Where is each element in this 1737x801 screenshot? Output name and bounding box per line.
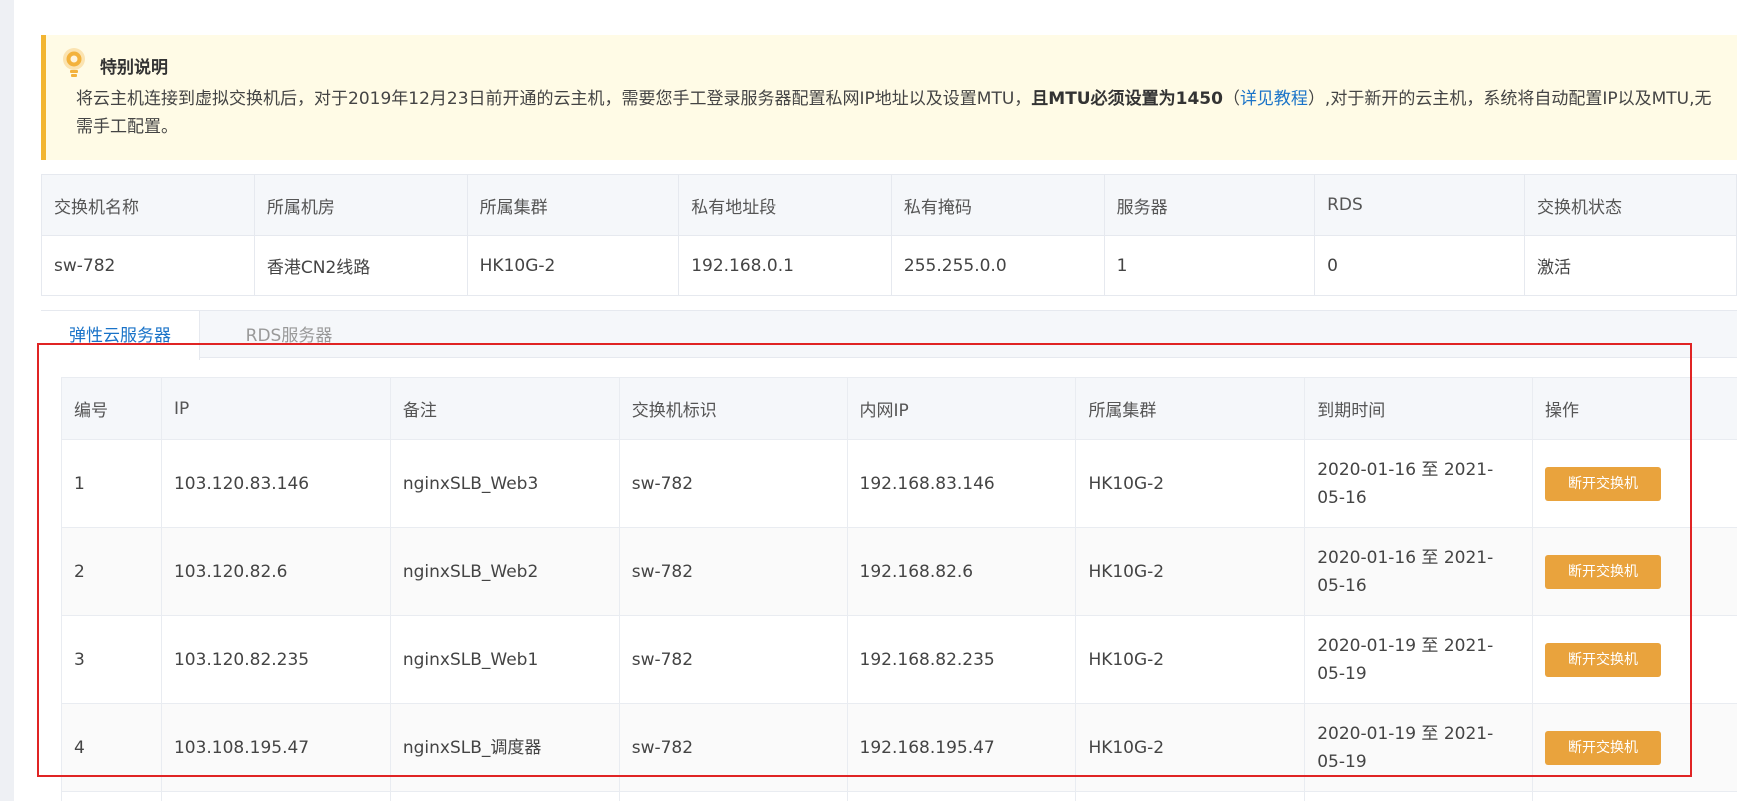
server-cell-note: nginxSLB_Web1 <box>389 615 620 704</box>
server-cell-switch: sw-782 <box>618 439 848 528</box>
notice-banner: 特别说明 将云主机连接到虚拟交换机后，对于2019年12月23日前开通的云主机，… <box>41 35 1737 160</box>
switch-info-cell: 香港CN2线路 <box>253 235 468 296</box>
server-table: 编号 IP 备注 交换机标识 内网IP 所属集群 到期时间 操作 1 103.120.83.14… <box>61 377 1737 801</box>
server-cell-cluster: HK10G-2 <box>1075 439 1306 528</box>
tab-elastic-servers[interactable]: 弹性云服务器 <box>41 311 200 360</box>
server-header-row: 编号 IP 备注 交换机标识 内网IP 所属集群 到期时间 操作 <box>61 377 1737 440</box>
table-row: 1 103.120.83.146 nginxSLB_Web3 sw-782 192.16… <box>61 439 1737 528</box>
switch-info-header-cell: 所属机房 <box>253 174 468 236</box>
switch-info-cell: 1 <box>1103 235 1316 296</box>
disconnect-switch-button[interactable]: 断开交换机 <box>1545 466 1662 501</box>
server-cell-empty <box>846 791 1077 801</box>
server-cell-note: nginxSLB_Web2 <box>389 527 620 616</box>
switch-info-cell: 255.255.0.0 <box>890 235 1105 296</box>
server-table-body: 1 103.120.83.146 nginxSLB_Web3 sw-782 192.16… <box>61 439 1737 801</box>
server-cell-id: 2 <box>61 527 162 616</box>
switch-info-row: sw-782 香港CN2线路 HK10G-2 192.168.0.1 255.255.0… <box>41 235 1737 296</box>
disconnect-switch-button[interactable]: 断开交换机 <box>1545 554 1662 589</box>
server-cell-empty <box>160 791 391 801</box>
server-cell-note: nginxSLB_Web3 <box>389 439 620 528</box>
server-cell-switch: sw-782 <box>618 703 848 792</box>
server-cell-empty <box>618 791 848 801</box>
server-cell-action: 断开交换机 <box>1532 439 1737 528</box>
server-header-cell: 操作 <box>1532 377 1737 440</box>
server-cell-action: 断开交换机 <box>1532 527 1737 616</box>
server-cell-ip: 103.108.195.47 <box>160 703 391 792</box>
tab-rds-servers[interactable]: RDS服务器 <box>224 311 354 359</box>
server-header-cell: 到期时间 <box>1304 377 1534 440</box>
server-cell-expire: 2020-01-16 至 2021-05-16 <box>1304 527 1534 616</box>
server-cell-ip: 103.120.83.146 <box>160 439 391 528</box>
server-table-wrapper: 编号 IP 备注 交换机标识 内网IP 所属集群 到期时间 操作 1 103.120.83.14… <box>61 377 1737 801</box>
server-cell-expire: 2020-01-19 至 2021-05-19 <box>1304 703 1534 792</box>
switch-info-header-cell: 服务器 <box>1103 174 1316 236</box>
switch-info-cell: 192.168.0.1 <box>678 235 892 296</box>
server-cell-cluster: HK10G-2 <box>1075 527 1306 616</box>
table-row: 4 103.108.195.47 nginxSLB_调度器 sw-782 192.168… <box>61 703 1737 792</box>
server-cell-action: 断开交换机 <box>1532 615 1737 704</box>
switch-info-cell: 0 <box>1314 235 1525 296</box>
switch-info-cell: HK10G-2 <box>466 235 680 296</box>
server-cell-switch: sw-782 <box>618 527 848 616</box>
server-cell-cluster: HK10G-2 <box>1075 615 1306 704</box>
main-content: 特别说明 将云主机连接到虚拟交换机后，对于2019年12月23日前开通的云主机，… <box>41 0 1737 801</box>
server-header-cell: IP <box>160 377 391 440</box>
disconnect-switch-button[interactable]: 断开交换机 <box>1545 730 1662 765</box>
server-cell-ip: 103.120.82.6 <box>160 527 391 616</box>
server-cell-id: 4 <box>61 703 162 792</box>
switch-info-header-cell: RDS <box>1314 174 1525 236</box>
server-header-cell: 备注 <box>389 377 620 440</box>
table-row: 2 103.120.82.6 nginxSLB_Web2 sw-782 192.168.… <box>61 527 1737 616</box>
server-cell-empty <box>1075 791 1306 801</box>
disconnect-switch-button[interactable]: 断开交换机 <box>1545 642 1662 677</box>
notice-mtu-emphasis: 且MTU必须设置为1450 <box>1031 89 1223 109</box>
lightbulb-icon <box>61 47 87 81</box>
switch-info-cell: sw-782 <box>41 235 255 296</box>
server-header-cell: 内网IP <box>846 377 1077 440</box>
notice-text: 将云主机连接到虚拟交换机后，对于2019年12月23日前开通的云主机，需要您手工… <box>76 89 1712 137</box>
table-row <box>61 791 1737 801</box>
table-row: 3 103.120.82.235 nginxSLB_Web1 sw-782 192.16… <box>61 615 1737 704</box>
switch-info-header-cell: 交换机名称 <box>41 174 255 236</box>
server-cell-inner-ip: 192.168.83.146 <box>846 439 1077 528</box>
server-cell-id: 3 <box>61 615 162 704</box>
server-cell-expire: 2020-01-16 至 2021-05-16 <box>1304 439 1534 528</box>
notice-title: 特别说明 <box>100 58 168 78</box>
switch-info-header-cell: 私有地址段 <box>678 174 892 236</box>
server-cell-expire: 2020-01-19 至 2021-05-19 <box>1304 615 1534 704</box>
switch-info-header-cell: 所属集群 <box>466 174 680 236</box>
server-cell-action: 断开交换机 <box>1532 703 1737 792</box>
server-cell-empty <box>389 791 620 801</box>
switch-info-cell: 激活 <box>1523 235 1737 296</box>
server-cell-empty <box>1532 791 1737 801</box>
server-header-cell: 交换机标识 <box>618 377 848 440</box>
server-cell-empty <box>61 791 162 801</box>
tab-bar: 弹性云服务器 RDS服务器 <box>41 310 1737 360</box>
tutorial-link[interactable]: 详见教程 <box>1240 89 1308 109</box>
server-header-cell: 所属集群 <box>1075 377 1306 440</box>
switch-info-header-cell: 交换机状态 <box>1523 174 1737 236</box>
server-cell-inner-ip: 192.168.82.6 <box>846 527 1077 616</box>
server-cell-empty <box>1304 791 1534 801</box>
server-cell-inner-ip: 192.168.82.235 <box>846 615 1077 704</box>
server-cell-note: nginxSLB_调度器 <box>389 703 620 792</box>
switch-info-header-cell: 私有掩码 <box>890 174 1105 236</box>
server-cell-cluster: HK10G-2 <box>1075 703 1306 792</box>
server-header-cell: 编号 <box>61 377 162 440</box>
server-cell-ip: 103.120.82.235 <box>160 615 391 704</box>
switch-info-table: 交换机名称 所属机房 所属集群 私有地址段 私有掩码 服务器 RDS 交换机状态 sw-782… <box>41 174 1737 296</box>
server-cell-switch: sw-782 <box>618 615 848 704</box>
switch-info-header-row: 交换机名称 所属机房 所属集群 私有地址段 私有掩码 服务器 RDS 交换机状态 <box>41 174 1737 236</box>
server-cell-id: 1 <box>61 439 162 528</box>
left-sidebar-strip <box>0 0 14 801</box>
server-cell-inner-ip: 192.168.195.47 <box>846 703 1077 792</box>
